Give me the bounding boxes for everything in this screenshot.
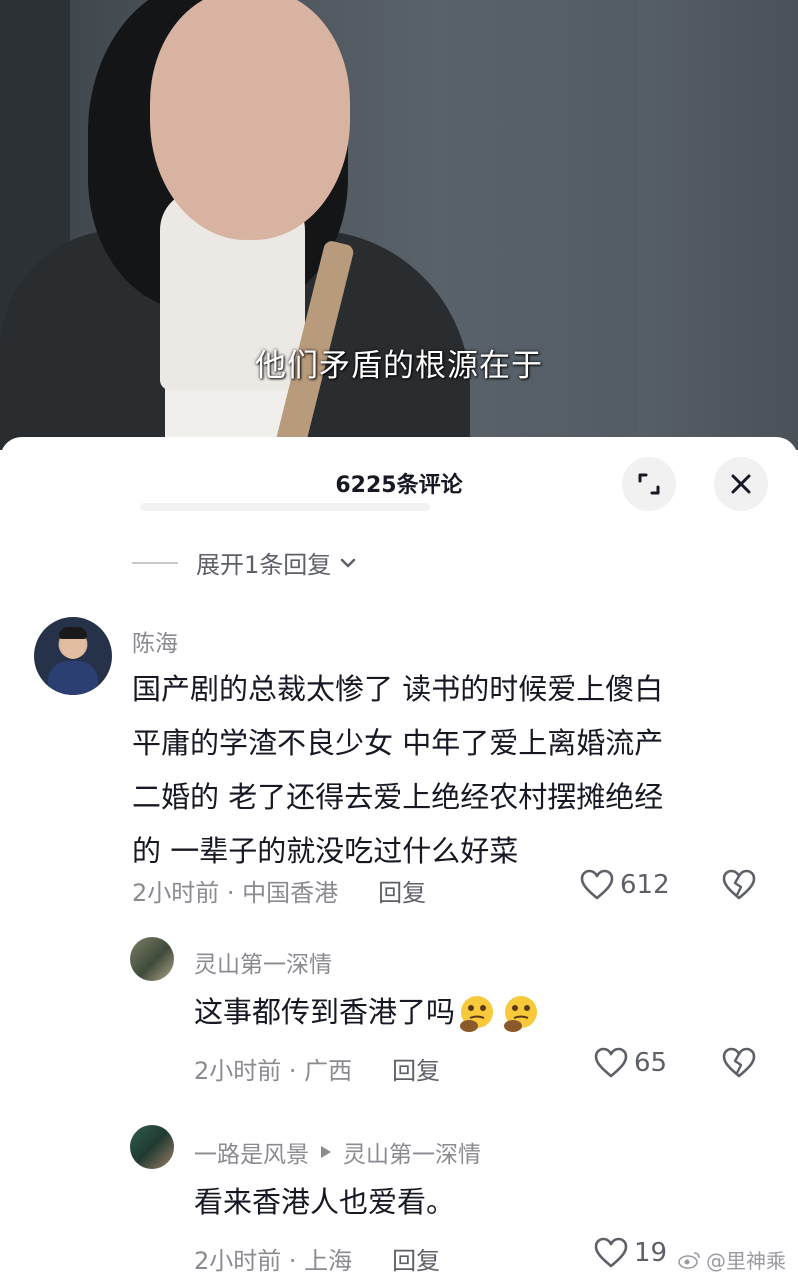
like-count: 19 [634, 1238, 668, 1268]
like-button[interactable]: 65 [594, 1047, 667, 1079]
faded-previous-content [140, 503, 430, 511]
reply-time-location: 2小时前 · 上海 [194, 1247, 353, 1275]
dislike-broken-heart-icon[interactable] [722, 869, 756, 901]
close-button[interactable] [714, 457, 768, 511]
reply-header: 一路是风景 灵山第一深情 [194, 1135, 481, 1169]
avatar-hair [59, 627, 87, 639]
like-count: 65 [634, 1048, 668, 1078]
comment-text-line: 二婚的 老了还得去爱上绝经农村摆摊绝经 [132, 780, 664, 814]
reply-arrow-icon [321, 1146, 331, 1158]
expand-replies-button[interactable]: 展开1条回复 [132, 545, 359, 580]
like-button[interactable]: 19 [594, 1237, 667, 1269]
avatar-figure [48, 661, 98, 695]
reply-text: 这事都传到香港了吗 [194, 985, 543, 1039]
video-person-face [150, 0, 350, 240]
like-count: 612 [620, 870, 670, 900]
heart-icon [580, 869, 614, 900]
comment-meta: 2小时前 · 中国香港 回复 [132, 873, 426, 908]
comment-text-line: 的 一辈子的就没吃过什么好菜 [132, 834, 519, 868]
close-icon [731, 474, 751, 494]
expand-button[interactable] [622, 457, 676, 511]
reply-avatar[interactable] [130, 1125, 174, 1169]
comment-username[interactable]: 陈海 [132, 624, 178, 658]
expand-replies-label: 展开1条回复 [196, 551, 332, 579]
comment-text: 国产剧的总裁太惨了 读书的时候爱上傻白 平庸的学渣不良少女 中年了爱上离婚流产 … [132, 662, 772, 878]
expand-corners-icon [638, 473, 660, 495]
weibo-watermark: @里神乘 [678, 1245, 786, 1274]
divider-dash [132, 561, 178, 564]
weibo-logo-icon [678, 1251, 700, 1269]
like-button[interactable]: 612 [580, 869, 670, 901]
comment-time-location: 2小时前 · 中国香港 [132, 879, 339, 907]
reply-text: 看来香港人也爱看。 [194, 1185, 456, 1219]
avatar[interactable] [34, 617, 112, 695]
reply-button[interactable]: 回复 [392, 1241, 440, 1276]
comment-sheet: 6225条评论 展开1条回复 陈海 国产剧的总裁太惨了 读书的时候爱上傻白 平庸… [0, 437, 798, 1280]
video-subtitle: 他们矛盾的根源在于 [255, 348, 543, 384]
watermark-text: @里神乘 [706, 1249, 786, 1273]
reply-username[interactable]: 一路是风景 [194, 1135, 309, 1169]
heart-icon [594, 1047, 628, 1078]
reply-meta: 2小时前 · 上海 回复 [194, 1241, 440, 1276]
reply-button[interactable]: 回复 [378, 873, 426, 908]
heart-icon [594, 1237, 628, 1268]
comment-count-title: 6225条评论 [335, 473, 463, 498]
reply-text-content: 这事都传到香港了吗 [194, 995, 456, 1029]
reply-time-location: 2小时前 · 广西 [194, 1057, 353, 1085]
reply-username[interactable]: 灵山第一深情 [194, 945, 332, 979]
reply-button[interactable]: 回复 [392, 1051, 440, 1086]
reply-meta: 2小时前 · 广西 回复 [194, 1051, 440, 1086]
dislike-broken-heart-icon[interactable] [722, 1047, 756, 1079]
reply-avatar[interactable] [130, 937, 174, 981]
comment-text-line: 国产剧的总裁太惨了 读书的时候爱上傻白 [132, 672, 664, 706]
comment-text-line: 平庸的学渣不良少女 中年了爱上离婚流产 [132, 726, 664, 760]
thinking-face-icon [457, 994, 543, 1034]
chevron-down-icon [341, 558, 356, 567]
video-player[interactable]: 他们矛盾的根源在于 [0, 0, 798, 450]
reply-to-username[interactable]: 灵山第一深情 [343, 1135, 481, 1169]
